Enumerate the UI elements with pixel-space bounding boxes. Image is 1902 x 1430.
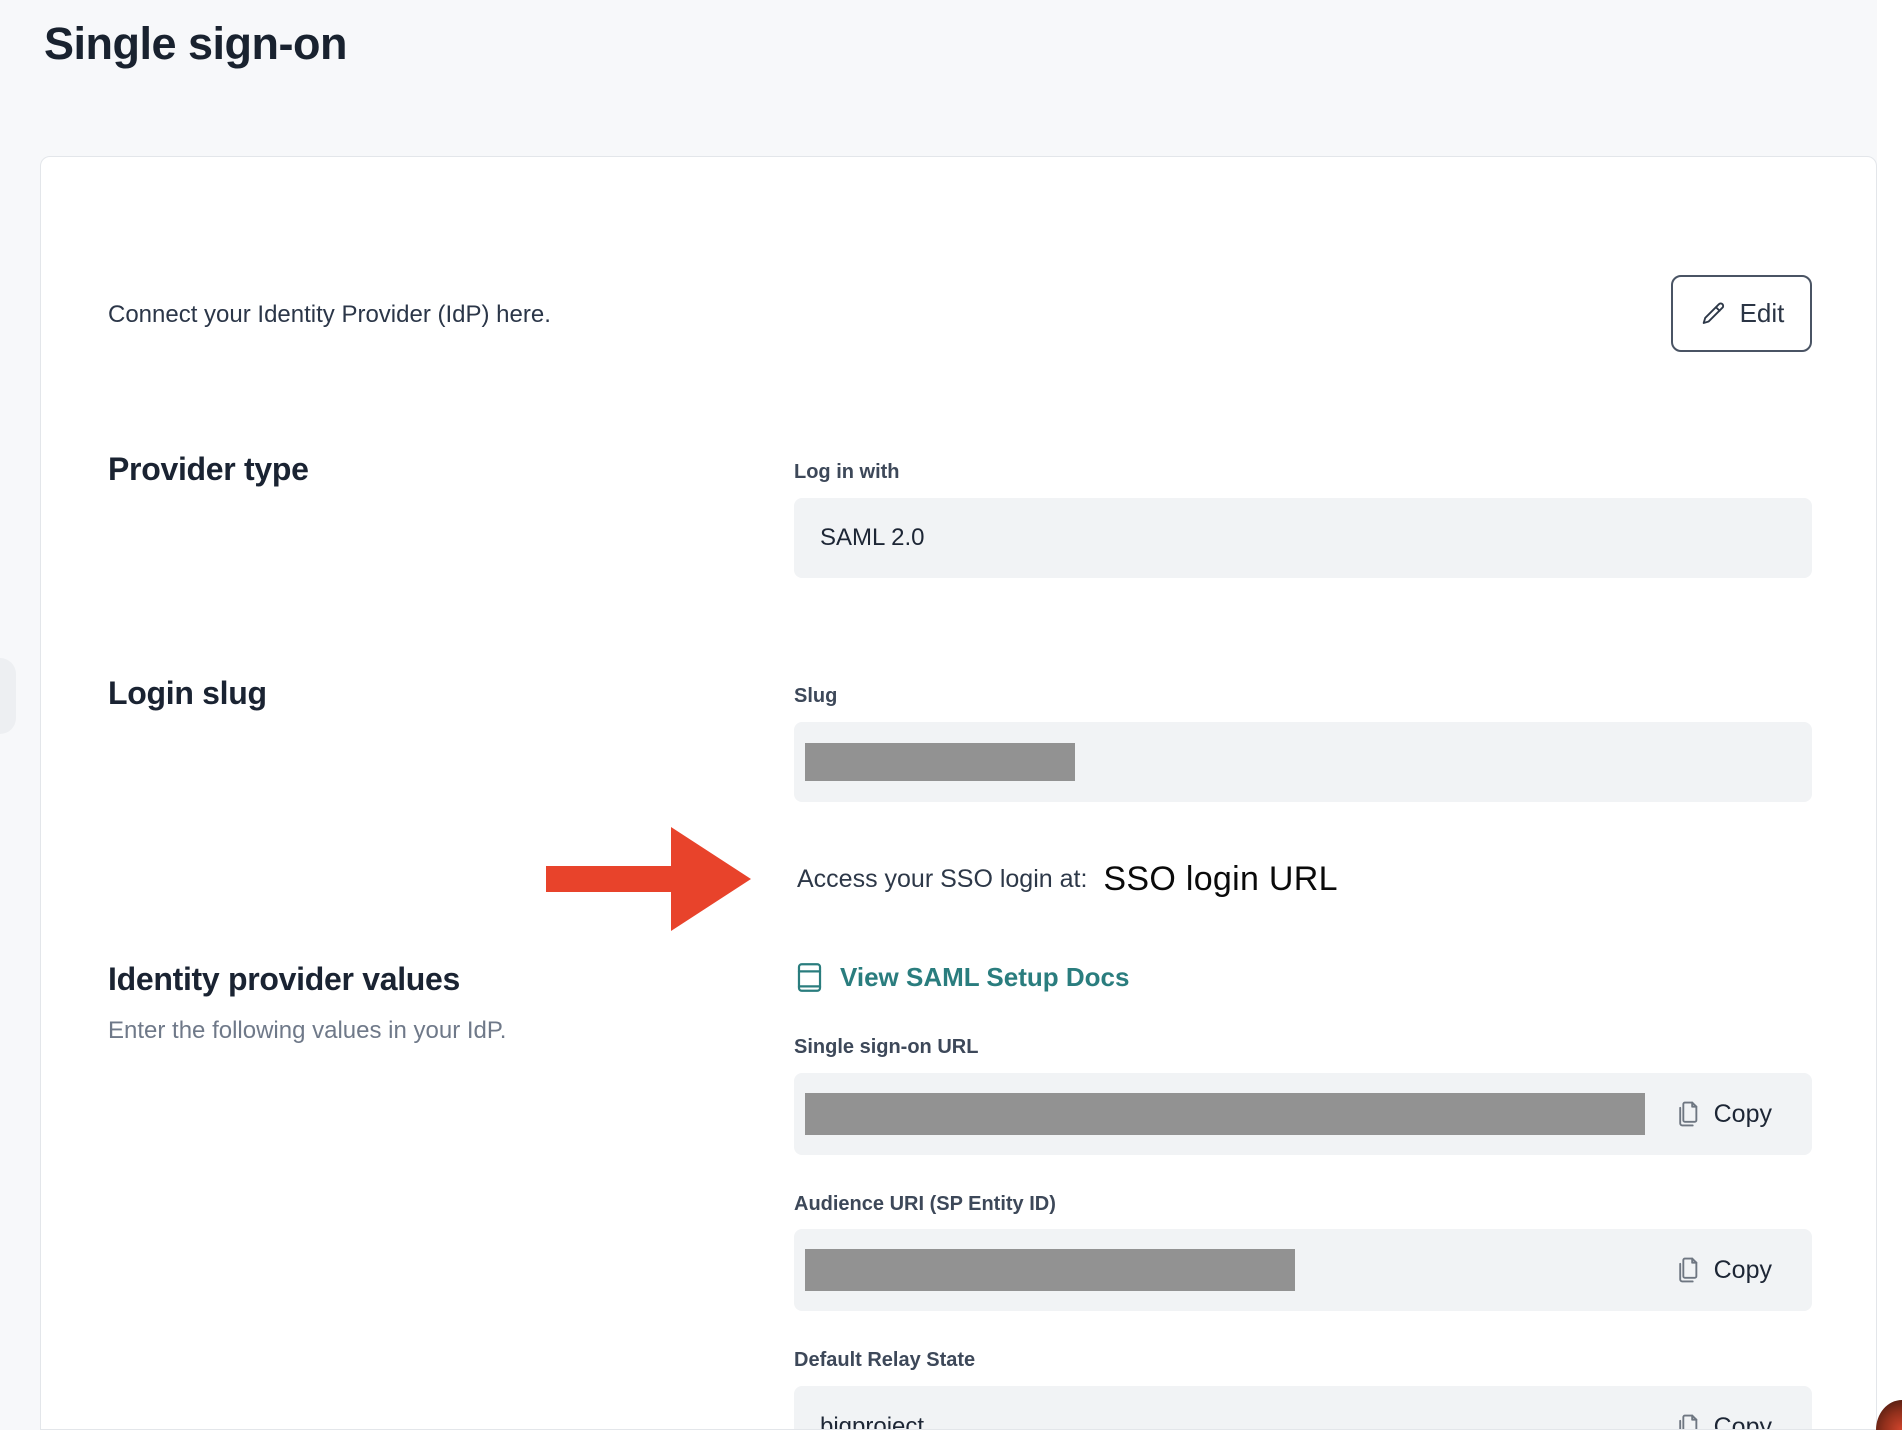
- copy-icon: [1675, 1412, 1700, 1430]
- sso-url-label: Single sign-on URL: [794, 1036, 978, 1059]
- provider-type-field: SAML 2.0: [794, 498, 1812, 578]
- redacted-audience-uri-value: [805, 1249, 1295, 1291]
- scrollbar-gutter: [1877, 0, 1902, 1430]
- copy-icon: [1675, 1099, 1700, 1129]
- login-with-label: Log in with: [794, 461, 900, 484]
- copy-audience-uri-button[interactable]: Copy: [1675, 1255, 1772, 1285]
- sso-url-field: Copy: [794, 1073, 1812, 1155]
- book-icon: [796, 962, 823, 993]
- intro-text: Connect your Identity Provider (IdP) her…: [108, 301, 551, 329]
- sso-settings-card: Connect your Identity Provider (IdP) her…: [40, 156, 1877, 1430]
- redacted-slug-value: [805, 743, 1075, 781]
- copy-icon: [1675, 1255, 1700, 1285]
- copy-sso-url-button[interactable]: Copy: [1675, 1099, 1772, 1129]
- sso-login-annotation: Access your SSO login at: SSO login URL: [546, 819, 1338, 939]
- idp-values-subheading: Enter the following values in your IdP.: [108, 1017, 506, 1045]
- default-relay-state-field: bigproject Copy: [794, 1386, 1812, 1430]
- sso-login-url-placeholder: SSO login URL: [1103, 860, 1337, 899]
- copy-button-label: Copy: [1714, 1100, 1772, 1129]
- copy-button-label: Copy: [1714, 1413, 1772, 1430]
- left-edge-tab: [0, 658, 16, 734]
- slug-field: [794, 722, 1812, 802]
- edit-button-label: Edit: [1740, 298, 1785, 329]
- pencil-icon: [1699, 300, 1727, 328]
- default-relay-state-value: bigproject: [820, 1413, 924, 1430]
- copy-button-label: Copy: [1714, 1256, 1772, 1285]
- redacted-sso-url-value: [805, 1093, 1645, 1135]
- saml-docs-link-label: View SAML Setup Docs: [840, 962, 1129, 993]
- saml-docs-link[interactable]: View SAML Setup Docs: [796, 962, 1129, 993]
- idp-values-heading: Identity provider values: [108, 961, 460, 998]
- page-title: Single sign-on: [44, 18, 347, 70]
- default-relay-state-label: Default Relay State: [794, 1349, 975, 1372]
- login-slug-heading: Login slug: [108, 675, 267, 712]
- provider-type-heading: Provider type: [108, 451, 309, 488]
- edit-button[interactable]: Edit: [1671, 275, 1812, 352]
- red-arrow-icon: [546, 819, 751, 939]
- audience-uri-field: Copy: [794, 1229, 1812, 1311]
- slug-label: Slug: [794, 685, 837, 708]
- audience-uri-label: Audience URI (SP Entity ID): [794, 1193, 1056, 1216]
- annotation-prefix: Access your SSO login at:: [797, 865, 1087, 894]
- copy-relay-state-button[interactable]: Copy: [1675, 1412, 1772, 1430]
- provider-type-value: SAML 2.0: [820, 524, 925, 552]
